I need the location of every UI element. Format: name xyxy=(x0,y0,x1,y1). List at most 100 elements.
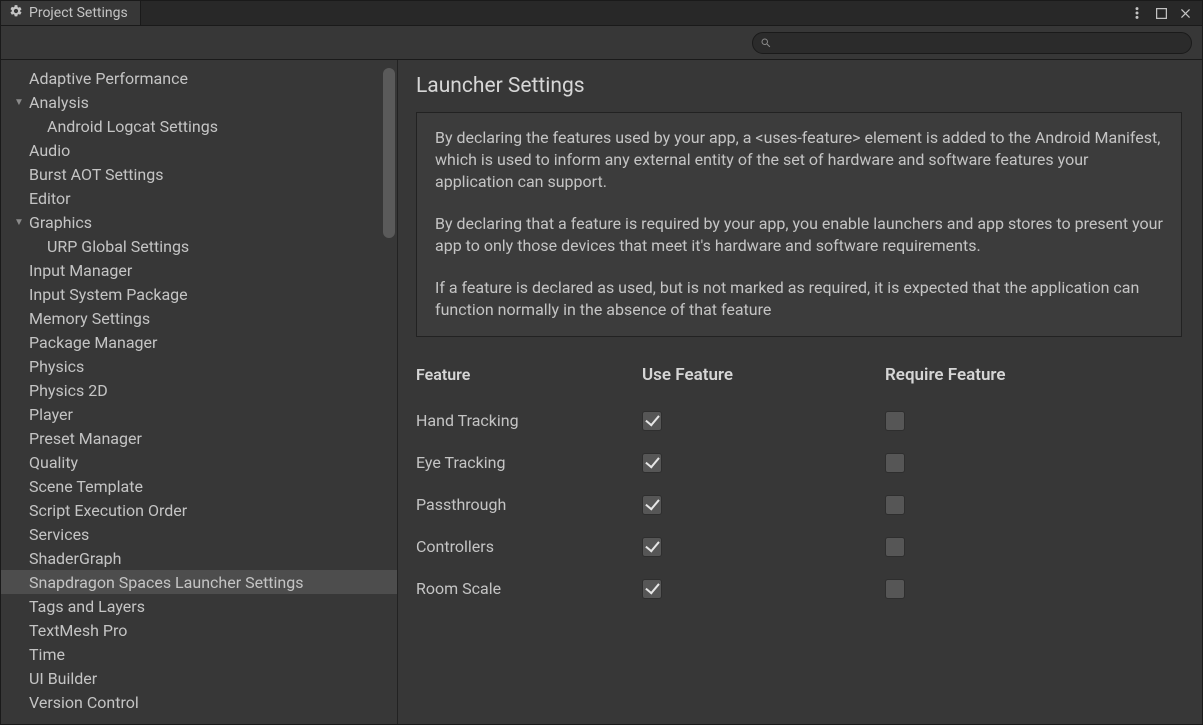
sidebar-item-label: Physics xyxy=(29,357,84,376)
require-feature-checkbox[interactable] xyxy=(885,537,905,557)
sidebar-item-label: Graphics xyxy=(29,213,92,232)
sidebar-item-label: UI Builder xyxy=(29,669,97,688)
sidebar-item[interactable]: TextMesh Pro xyxy=(1,618,397,642)
require-feature-checkbox[interactable] xyxy=(885,495,905,515)
info-paragraph: If a feature is declared as used, but is… xyxy=(435,277,1163,321)
sidebar-item-label: Tags and Layers xyxy=(29,597,145,616)
sidebar-item[interactable]: Player xyxy=(1,402,397,426)
sidebar-item-label: Snapdragon Spaces Launcher Settings xyxy=(29,573,304,592)
search-input[interactable] xyxy=(752,32,1192,54)
sidebar-item-label: Editor xyxy=(29,189,70,208)
sidebar-item[interactable]: Input System Package xyxy=(1,282,397,306)
feature-label: Passthrough xyxy=(416,495,642,514)
table-row: Room Scale xyxy=(416,573,1182,605)
sidebar-item[interactable]: Snapdragon Spaces Launcher Settings xyxy=(1,570,397,594)
sidebar-item-label: Player xyxy=(29,405,73,424)
sidebar-item[interactable]: Tags and Layers xyxy=(1,594,397,618)
settings-sidebar[interactable]: Adaptive Performance▼AnalysisAndroid Log… xyxy=(1,60,398,724)
sidebar-item[interactable]: Scene Template xyxy=(1,474,397,498)
feature-table: Feature Use Feature Require Feature Hand… xyxy=(416,359,1182,605)
sidebar-item-label: Quality xyxy=(29,453,78,472)
info-box: By declaring the features used by your a… xyxy=(416,112,1182,337)
require-feature-checkbox[interactable] xyxy=(885,579,905,599)
window-tab[interactable]: Project Settings xyxy=(1,1,141,25)
sidebar-item[interactable]: Android Logcat Settings xyxy=(1,114,397,138)
sidebar-item[interactable]: Editor xyxy=(1,186,397,210)
table-row: Eye Tracking xyxy=(416,447,1182,479)
sidebar-item[interactable]: URP Global Settings xyxy=(1,234,397,258)
gear-icon xyxy=(9,4,23,22)
more-icon[interactable] xyxy=(1130,6,1144,20)
feature-label: Controllers xyxy=(416,537,642,556)
sidebar-item[interactable]: Version Control xyxy=(1,690,397,714)
project-settings-window: Project Settings Adaptive Performance▼An… xyxy=(0,0,1203,725)
sidebar-item-label: Version Control xyxy=(29,693,139,712)
titlebar: Project Settings xyxy=(1,1,1202,26)
sidebar-item[interactable]: Quality xyxy=(1,450,397,474)
sidebar-item[interactable]: ShaderGraph xyxy=(1,546,397,570)
col-header-feature: Feature xyxy=(416,365,642,384)
sidebar-item-label: Android Logcat Settings xyxy=(47,117,218,136)
sidebar-item[interactable]: ▼Analysis xyxy=(1,90,397,114)
sidebar-item-label: Services xyxy=(29,525,89,544)
chevron-down-icon[interactable]: ▼ xyxy=(11,97,27,108)
sidebar-item[interactable]: Package Manager xyxy=(1,330,397,354)
sidebar-item[interactable]: Adaptive Performance xyxy=(1,66,397,90)
require-feature-checkbox[interactable] xyxy=(885,453,905,473)
require-feature-checkbox[interactable] xyxy=(885,411,905,431)
sidebar-item[interactable]: Services xyxy=(1,522,397,546)
search-wrap xyxy=(752,32,1192,54)
sidebar-item-label: Physics 2D xyxy=(29,381,108,400)
sidebar-item[interactable]: Burst AOT Settings xyxy=(1,162,397,186)
info-paragraph: By declaring that a feature is required … xyxy=(435,213,1163,257)
info-paragraph: By declaring the features used by your a… xyxy=(435,127,1163,193)
sidebar-item[interactable]: Memory Settings xyxy=(1,306,397,330)
sidebar-item-label: Adaptive Performance xyxy=(29,69,188,88)
search-icon xyxy=(760,37,772,49)
scrollbar-thumb[interactable] xyxy=(383,68,395,238)
sidebar-item-label: Scene Template xyxy=(29,477,143,496)
sidebar-item-label: Input System Package xyxy=(29,285,188,304)
page-title: Launcher Settings xyxy=(416,74,1182,98)
use-feature-checkbox[interactable] xyxy=(642,411,662,431)
sidebar-item-label: ShaderGraph xyxy=(29,549,121,568)
chevron-down-icon[interactable]: ▼ xyxy=(11,217,27,228)
sidebar-item[interactable]: UI Builder xyxy=(1,666,397,690)
sidebar-item[interactable]: Script Execution Order xyxy=(1,498,397,522)
sidebar-item[interactable]: Audio xyxy=(1,138,397,162)
feature-label: Hand Tracking xyxy=(416,411,642,430)
sidebar-item[interactable]: Time xyxy=(1,642,397,666)
sidebar-item[interactable]: Preset Manager xyxy=(1,426,397,450)
sidebar-item[interactable]: Physics 2D xyxy=(1,378,397,402)
table-row: Passthrough xyxy=(416,489,1182,521)
sidebar-item[interactable]: ▼Graphics xyxy=(1,210,397,234)
use-feature-checkbox[interactable] xyxy=(642,537,662,557)
sidebar-item-label: Preset Manager xyxy=(29,429,142,448)
use-feature-checkbox[interactable] xyxy=(642,453,662,473)
window-controls xyxy=(1130,1,1202,25)
table-row: Hand Tracking xyxy=(416,405,1182,437)
feature-label: Room Scale xyxy=(416,579,642,598)
sidebar-item-label: Analysis xyxy=(29,93,89,112)
sidebar-item-label: Burst AOT Settings xyxy=(29,165,163,184)
feature-label: Eye Tracking xyxy=(416,453,642,472)
table-row: Controllers xyxy=(416,531,1182,563)
sidebar-item-label: Input Manager xyxy=(29,261,132,280)
toolbar xyxy=(1,26,1202,60)
sidebar-item-label: URP Global Settings xyxy=(47,237,189,256)
sidebar-item-label: Memory Settings xyxy=(29,309,150,328)
sidebar-item[interactable]: Input Manager xyxy=(1,258,397,282)
sidebar-item-label: Script Execution Order xyxy=(29,501,187,520)
use-feature-checkbox[interactable] xyxy=(642,495,662,515)
col-header-require: Require Feature xyxy=(870,365,1182,385)
content-panel: Launcher Settings By declaring the featu… xyxy=(398,60,1202,724)
table-header: Feature Use Feature Require Feature xyxy=(416,359,1182,391)
sidebar-item[interactable]: Physics xyxy=(1,354,397,378)
col-header-use: Use Feature xyxy=(642,365,870,385)
sidebar-item-label: TextMesh Pro xyxy=(29,621,127,640)
close-icon[interactable] xyxy=(1178,6,1192,20)
sidebar-item-label: Audio xyxy=(29,141,70,160)
use-feature-checkbox[interactable] xyxy=(642,579,662,599)
maximize-icon[interactable] xyxy=(1154,6,1168,20)
window-title: Project Settings xyxy=(29,5,128,21)
